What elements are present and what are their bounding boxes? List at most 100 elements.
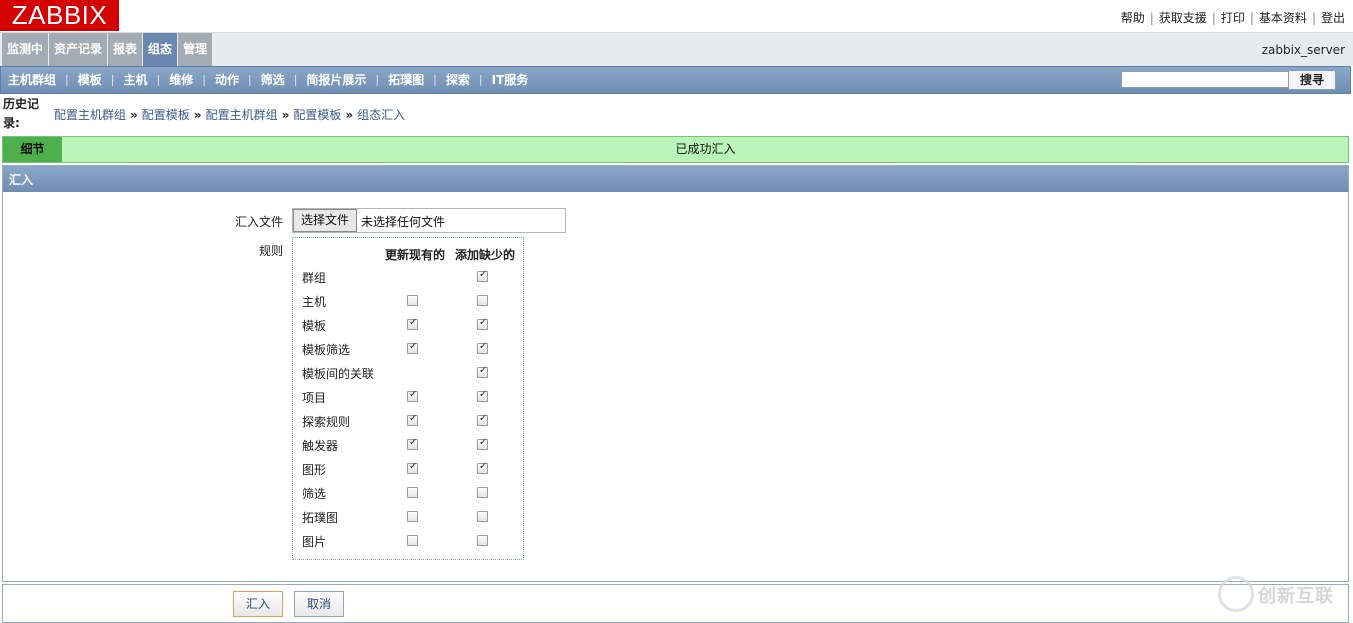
check-icon: ✓	[409, 317, 418, 328]
update-existing-checkbox[interactable]: ✓	[407, 295, 418, 306]
profile-link[interactable]: 基本资料	[1259, 11, 1307, 25]
rule-row: 筛选 ✓ ✓	[293, 481, 523, 505]
rule-name: 模板筛选	[302, 343, 351, 357]
search-input[interactable]	[1121, 71, 1289, 88]
breadcrumb-item[interactable]: 配置模板	[142, 108, 190, 122]
check-icon: ✓	[409, 413, 418, 424]
add-missing-header: 添加缺少的	[455, 248, 516, 262]
help-link[interactable]: 帮助	[1121, 11, 1145, 25]
server-name: zabbix_server	[1261, 43, 1345, 57]
main-menu-inventory[interactable]: 资产记录	[49, 33, 108, 66]
cancel-button[interactable]: 取消	[294, 591, 344, 617]
update-existing-checkbox[interactable]: ✓	[407, 437, 418, 450]
rule-name: 主机	[302, 295, 327, 309]
rule-row: 主机 ✓ ✓	[293, 289, 523, 313]
check-icon: ✓	[479, 269, 488, 280]
sub-menu-screens[interactable]: 筛选	[261, 67, 285, 93]
sub-menu-templates[interactable]: 模板	[78, 67, 102, 93]
sub-menu-actions[interactable]: 动作	[215, 67, 239, 93]
rule-row: 触发器 ✓ ✓	[293, 433, 523, 457]
rule-row: 群组✓✓	[293, 265, 523, 289]
zabbix-logo: ZABBIX	[0, 0, 119, 31]
check-icon: ✓	[479, 341, 488, 352]
rule-row: 模板间的关联✓✓	[293, 361, 523, 385]
check-icon: ✓	[479, 317, 488, 328]
breadcrumb-item[interactable]: 配置主机群组	[206, 108, 278, 122]
breadcrumb: 配置主机群组» 配置模板» 配置主机群组» 配置模板» 组态汇入	[54, 108, 406, 122]
file-label: 汇入文件	[234, 215, 283, 229]
rule-name: 筛选	[302, 487, 327, 501]
sub-menu: 主机群组 | 模板 | 主机 | 维修 | 动作 | 筛选 | 简报片展示 | 拓璞图 | 探索…	[8, 67, 528, 93]
import-button[interactable]: 汇入	[233, 591, 283, 617]
rule-row: 图形 ✓ ✓	[293, 457, 523, 481]
sub-menu-hosts[interactable]: 主机	[123, 67, 147, 93]
sub-menu-slides[interactable]: 简报片展示	[306, 67, 366, 93]
message-text: 已成功汇入	[675, 142, 736, 156]
sub-menu-host-groups[interactable]: 主机群组	[8, 67, 56, 93]
search-button[interactable]: 搜寻	[1288, 70, 1336, 90]
add-missing-checkbox[interactable]: ✓	[477, 317, 488, 330]
check-icon: ✓	[479, 437, 488, 448]
print-link[interactable]: 打印	[1221, 11, 1245, 25]
add-missing-checkbox[interactable]: ✓	[477, 535, 488, 546]
check-icon: ✓	[479, 461, 488, 472]
update-existing-checkbox[interactable]: ✓	[407, 317, 418, 330]
choose-file-button[interactable]: 选择文件	[293, 209, 357, 232]
rule-name: 探索规则	[302, 415, 351, 429]
main-menu-configuration[interactable]: 组态	[143, 33, 178, 66]
sub-menu-bar: 主机群组 | 模板 | 主机 | 维修 | 动作 | 筛选 | 简报片展示 | 拓璞图 | 探索…	[0, 66, 1351, 94]
main-menu-bar: 监测中 资产记录 报表 组态 管理 zabbix_server	[0, 32, 1353, 66]
main-menu: 监测中 资产记录 报表 组态 管理	[2, 33, 213, 66]
add-missing-checkbox[interactable]: ✓	[477, 295, 488, 306]
update-existing-checkbox[interactable]: ✓	[407, 389, 418, 402]
rules-table: 更新现有的 添加缺少的 群组✓✓主机✓✓模板✓✓模板筛选✓✓模板间的关联✓✓项目…	[292, 237, 524, 560]
rule-name: 图片	[302, 535, 327, 549]
check-icon: ✓	[479, 389, 488, 400]
form-title: 汇入	[3, 166, 1348, 192]
add-missing-checkbox[interactable]: ✓	[477, 511, 488, 522]
update-existing-checkbox[interactable]: ✓	[407, 535, 418, 546]
file-input[interactable]: 选择文件 未选择任何文件	[292, 208, 566, 233]
file-status: 未选择任何文件	[361, 215, 446, 229]
check-icon: ✓	[409, 341, 418, 352]
breadcrumb-item[interactable]: 配置模板	[293, 108, 341, 122]
update-existing-checkbox[interactable]: ✓	[407, 487, 418, 498]
add-missing-checkbox[interactable]: ✓	[477, 341, 488, 354]
rule-name: 模板	[302, 319, 327, 333]
add-missing-checkbox[interactable]: ✓	[477, 269, 488, 282]
main-menu-monitoring[interactable]: 监测中	[2, 33, 49, 66]
rule-row: 图片 ✓ ✓	[293, 529, 523, 553]
update-existing-checkbox[interactable]: ✓	[407, 413, 418, 426]
sub-menu-it-services[interactable]: IT服务	[492, 67, 529, 93]
rule-row: 拓璞图 ✓ ✓	[293, 505, 523, 529]
rule-name: 图形	[302, 463, 327, 477]
main-menu-reports[interactable]: 报表	[108, 33, 143, 66]
main-menu-administration[interactable]: 管理	[178, 33, 213, 66]
add-missing-checkbox[interactable]: ✓	[477, 487, 488, 498]
form-footer: 汇入 取消	[2, 584, 1349, 623]
add-missing-checkbox[interactable]: ✓	[477, 461, 488, 474]
support-link[interactable]: 获取支援	[1159, 11, 1207, 25]
update-existing-checkbox[interactable]: ✓	[407, 461, 418, 474]
rule-row: 模板 ✓ ✓	[293, 313, 523, 337]
add-missing-checkbox[interactable]: ✓	[477, 437, 488, 450]
update-existing-checkbox[interactable]: ✓	[407, 341, 418, 354]
history-label: 历史记录:	[3, 97, 40, 130]
update-existing-checkbox[interactable]: ✓	[407, 511, 418, 522]
add-missing-checkbox[interactable]: ✓	[477, 413, 488, 426]
rule-name: 模板间的关联	[302, 367, 375, 381]
watermark-icon	[1218, 576, 1254, 612]
message-details-button[interactable]: 细节	[3, 137, 62, 162]
rule-row: 探索规则 ✓ ✓	[293, 409, 523, 433]
add-missing-checkbox[interactable]: ✓	[477, 365, 488, 378]
rule-row: 项目 ✓ ✓	[293, 385, 523, 409]
logout-link[interactable]: 登出	[1321, 11, 1345, 25]
add-missing-checkbox[interactable]: ✓	[477, 389, 488, 402]
check-icon: ✓	[409, 389, 418, 400]
sub-menu-maps[interactable]: 拓璞图	[388, 67, 424, 93]
rule-name: 拓璞图	[302, 511, 339, 525]
breadcrumb-item[interactable]: 配置主机群组	[54, 108, 126, 122]
sub-menu-maintenance[interactable]: 维修	[169, 67, 193, 93]
rule-row: 模板筛选 ✓ ✓	[293, 337, 523, 361]
sub-menu-discovery[interactable]: 探索	[446, 67, 470, 93]
